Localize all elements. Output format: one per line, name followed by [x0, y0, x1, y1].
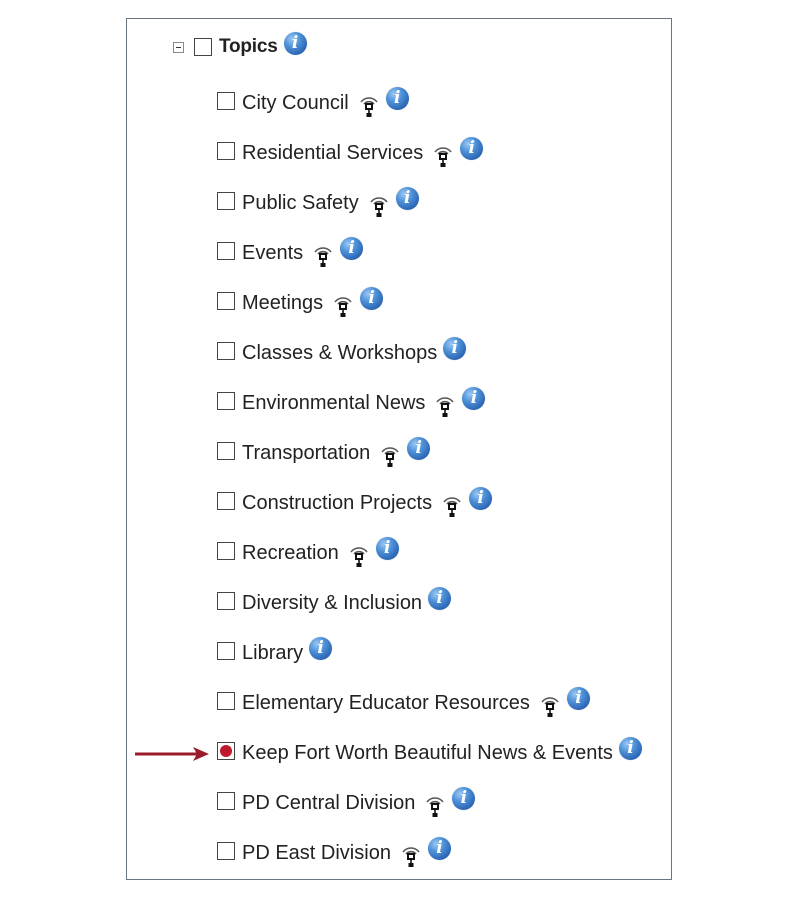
topics-checkbox[interactable] [194, 38, 212, 56]
topic-label[interactable]: Recreation [242, 540, 339, 566]
topic-checkbox[interactable] [217, 442, 235, 460]
topic-checkbox[interactable] [217, 142, 235, 160]
topic-item: Environmental News [217, 384, 642, 434]
topic-item: Recreation [217, 534, 642, 584]
topic-checkbox[interactable] [217, 92, 235, 110]
topic-checkbox[interactable] [217, 792, 235, 810]
broadcast-feed-icon[interactable] [368, 194, 390, 218]
topic-label[interactable]: Meetings [242, 290, 323, 316]
broadcast-feed-icon[interactable] [400, 844, 422, 868]
topic-label[interactable]: City Council [242, 90, 349, 116]
topic-checkbox[interactable] [217, 392, 235, 410]
info-icon[interactable] [407, 437, 431, 460]
broadcast-feed-icon[interactable] [358, 94, 380, 118]
topic-label[interactable]: Diversity & Inclusion [242, 590, 422, 616]
info-icon[interactable] [460, 137, 484, 160]
tree-root-topics: Topics [173, 31, 307, 60]
info-icon[interactable] [469, 487, 493, 510]
topic-label[interactable]: Events [242, 240, 303, 266]
topic-checkbox[interactable] [217, 342, 235, 360]
topic-item: Elementary Educator Resources [217, 684, 642, 734]
topic-item: Meetings [217, 284, 642, 334]
topic-checkbox[interactable] [217, 292, 235, 310]
info-icon[interactable] [462, 387, 486, 410]
topic-item: Construction Projects [217, 484, 642, 534]
broadcast-feed-icon[interactable] [424, 794, 446, 818]
topic-checkbox[interactable] [217, 642, 235, 660]
topic-item: PD Central Division [217, 784, 642, 834]
topic-label[interactable]: Classes & Workshops [242, 340, 437, 366]
topic-item: Diversity & Inclusion [217, 584, 642, 634]
topic-label[interactable]: PD East Division [242, 840, 391, 866]
topic-checkbox[interactable] [217, 692, 235, 710]
broadcast-feed-icon[interactable] [379, 444, 401, 468]
topic-item: Classes & Workshops [217, 334, 642, 384]
topic-checkbox[interactable] [217, 742, 235, 760]
topic-label[interactable]: Residential Services [242, 140, 423, 166]
broadcast-feed-icon[interactable] [312, 244, 334, 268]
topic-label[interactable]: Public Safety [242, 190, 359, 216]
topic-list: City Council Residential Services Public S… [217, 84, 642, 884]
info-icon[interactable] [618, 737, 642, 760]
info-icon[interactable] [283, 31, 307, 55]
collapse-minus-icon[interactable] [173, 41, 184, 53]
broadcast-feed-icon[interactable] [348, 544, 370, 568]
info-icon[interactable] [427, 837, 451, 860]
topic-item: City Council [217, 84, 642, 134]
topic-checkbox[interactable] [217, 242, 235, 260]
topic-label[interactable]: Transportation [242, 440, 370, 466]
info-icon[interactable] [340, 237, 364, 260]
info-icon[interactable] [309, 637, 333, 660]
info-icon[interactable] [385, 87, 409, 110]
topic-label[interactable]: PD Central Division [242, 790, 415, 816]
topic-checkbox[interactable] [217, 842, 235, 860]
topic-label[interactable]: Construction Projects [242, 490, 432, 516]
broadcast-feed-icon[interactable] [434, 394, 456, 418]
broadcast-feed-icon[interactable] [441, 494, 463, 518]
topic-checkbox[interactable] [217, 192, 235, 210]
topic-item: Public Safety [217, 184, 642, 234]
broadcast-feed-icon[interactable] [539, 694, 561, 718]
topic-item: Library [217, 634, 642, 684]
info-icon[interactable] [428, 587, 452, 610]
red-arrow-pointer [135, 747, 209, 761]
topic-item: PD East Division [217, 834, 642, 884]
topic-item: Residential Services [217, 134, 642, 184]
topic-item: Events [217, 234, 642, 284]
broadcast-feed-icon[interactable] [432, 144, 454, 168]
info-icon[interactable] [452, 787, 476, 810]
topic-item: Keep Fort Worth Beautiful News & Events [217, 734, 642, 784]
info-icon[interactable] [375, 537, 399, 560]
topic-label[interactable]: Environmental News [242, 390, 425, 416]
topic-checkbox[interactable] [217, 592, 235, 610]
topic-label[interactable]: Elementary Educator Resources [242, 690, 530, 716]
broadcast-feed-icon[interactable] [332, 294, 354, 318]
topic-checkbox[interactable] [217, 542, 235, 560]
info-icon[interactable] [566, 687, 590, 710]
info-icon[interactable] [395, 187, 419, 210]
info-icon[interactable] [360, 287, 384, 310]
topic-label[interactable]: Library [242, 640, 303, 666]
topics-label: Topics [219, 36, 278, 57]
topic-item: Transportation [217, 434, 642, 484]
topic-label[interactable]: Keep Fort Worth Beautiful News & Events [242, 740, 613, 766]
info-icon[interactable] [443, 337, 467, 360]
topic-checkbox[interactable] [217, 492, 235, 510]
